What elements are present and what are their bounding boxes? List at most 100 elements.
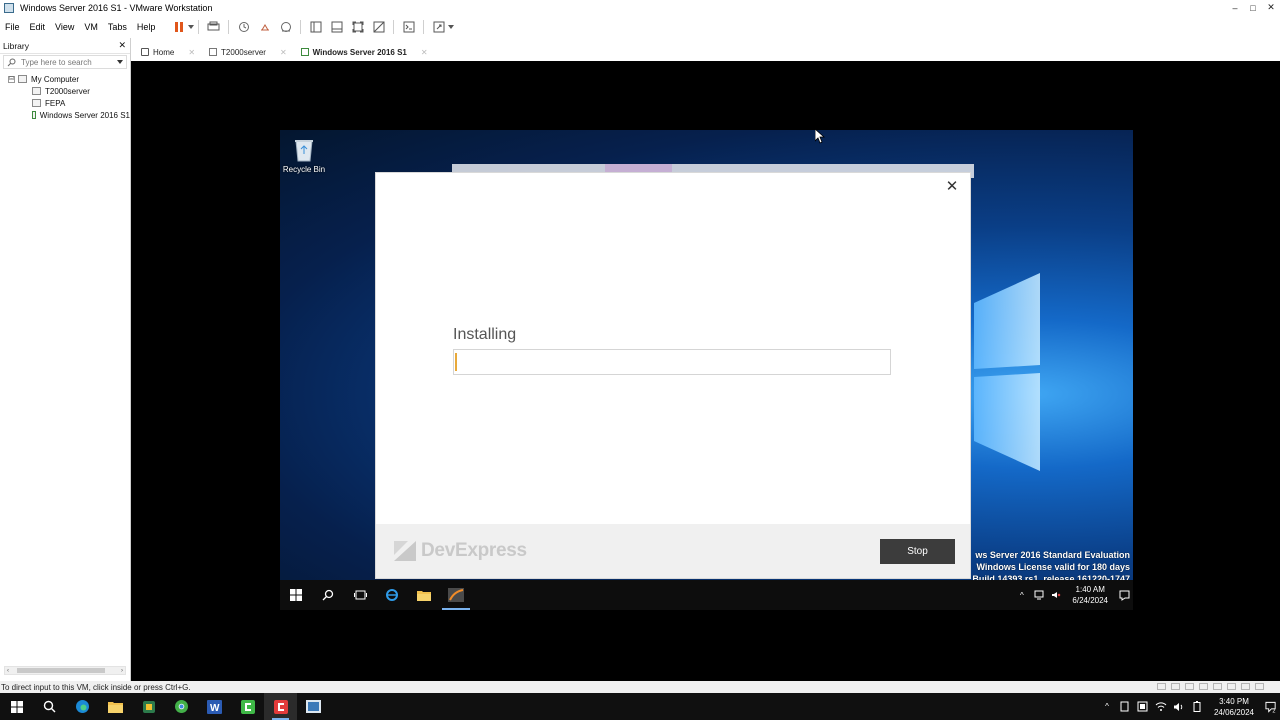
- tab-windows-server-2016-s1[interactable]: Windows Server 2016 S1 ✕: [295, 43, 434, 61]
- vm-console[interactable]: Recycle Bin ws Server 2016 Standard Eval…: [131, 61, 1280, 681]
- message-log-icon[interactable]: [1255, 683, 1264, 690]
- library-close-icon[interactable]: ✕: [118, 40, 126, 51]
- tree-item-my-computer[interactable]: ⊟ My Computer: [0, 73, 130, 85]
- library-header: Library ✕: [0, 38, 130, 54]
- tree-item-label: Windows Server 2016 S1: [39, 110, 130, 120]
- scroll-right-icon[interactable]: ›: [121, 668, 123, 674]
- menu-view[interactable]: View: [50, 22, 79, 32]
- installer-progress-fill: [455, 353, 458, 371]
- menu-file[interactable]: File: [0, 22, 25, 32]
- vmware-icon[interactable]: [297, 693, 330, 720]
- unity-icon[interactable]: [371, 19, 387, 35]
- search-icon[interactable]: [33, 693, 66, 720]
- word-icon[interactable]: W: [198, 693, 231, 720]
- start-icon[interactable]: [0, 693, 33, 720]
- tab-close-icon[interactable]: ✕: [421, 48, 428, 57]
- start-icon[interactable]: [280, 580, 312, 610]
- display-icon[interactable]: [1241, 683, 1250, 690]
- volume-muted-icon[interactable]: [1050, 590, 1061, 601]
- minimize-button[interactable]: –: [1226, 0, 1244, 15]
- stretch-icon[interactable]: [431, 19, 447, 35]
- printer-icon[interactable]: [1227, 683, 1236, 690]
- camtasia-recorder-icon[interactable]: [264, 693, 297, 720]
- vm-icon: [209, 48, 218, 56]
- show-hidden-icons-chevron[interactable]: ^: [1101, 701, 1113, 713]
- file-explorer-icon[interactable]: [408, 580, 440, 610]
- menu-help[interactable]: Help: [132, 22, 161, 32]
- hard-disk-icon[interactable]: [1157, 683, 1166, 690]
- vm-icon: [32, 99, 41, 107]
- pause-icon[interactable]: [171, 19, 187, 35]
- installer-close-button[interactable]: ✕: [944, 179, 960, 195]
- window-title-bar: Windows Server 2016 S1 - VMware Workstat…: [0, 0, 1280, 15]
- show-library-icon[interactable]: [308, 19, 324, 35]
- wifi-icon[interactable]: [1155, 701, 1167, 713]
- collapse-icon[interactable]: ⊟: [8, 75, 15, 83]
- library-search-box[interactable]: [3, 55, 127, 69]
- maximize-button[interactable]: □: [1244, 0, 1262, 15]
- stop-button[interactable]: Stop: [880, 539, 955, 564]
- file-explorer-icon[interactable]: [99, 693, 132, 720]
- host-clock[interactable]: 3:40 PM 24/06/2024: [1214, 696, 1254, 718]
- revert-snapshot-icon[interactable]: [257, 19, 273, 35]
- cd-dvd-icon[interactable]: [1171, 683, 1180, 690]
- device-icon[interactable]: [1119, 701, 1131, 713]
- sound-card-icon[interactable]: [1213, 683, 1222, 690]
- ie-icon[interactable]: [376, 580, 408, 610]
- desktop-icon-recycle-bin[interactable]: Recycle Bin: [283, 137, 325, 174]
- devexpress-logo: DevExpress: [394, 540, 527, 562]
- usb-controller-icon[interactable]: [1199, 683, 1208, 690]
- search-icon: [7, 58, 16, 66]
- full-screen-icon[interactable]: [350, 19, 366, 35]
- snapshot-icon[interactable]: [236, 19, 252, 35]
- thumbnail-bar-icon[interactable]: [329, 19, 345, 35]
- menu-edit[interactable]: Edit: [25, 22, 51, 32]
- tree-item-label: T2000server: [45, 86, 90, 96]
- tree-item-windows-server-2016-s1[interactable]: Windows Server 2016 S1: [0, 109, 130, 121]
- guest-date: 6/24/2024: [1072, 596, 1108, 605]
- console-view-icon[interactable]: [401, 19, 417, 35]
- vm-running-icon: [300, 48, 309, 56]
- edge-icon[interactable]: [66, 693, 99, 720]
- notification-center-icon[interactable]: 2: [1265, 701, 1277, 713]
- volume-icon[interactable]: [1173, 701, 1185, 713]
- send-ctrl-alt-del-icon[interactable]: [206, 19, 222, 35]
- tab-label: T2000server: [221, 47, 266, 57]
- show-hidden-icons-chevron[interactable]: ^: [1016, 590, 1027, 601]
- stretch-menu-caret-icon[interactable]: [448, 24, 455, 29]
- installer-app-icon[interactable]: [440, 580, 472, 610]
- close-button[interactable]: ✕: [1262, 0, 1280, 15]
- tab-close-icon[interactable]: ✕: [188, 48, 195, 57]
- window-title: Windows Server 2016 S1 - VMware Workstat…: [20, 2, 213, 13]
- guest-clock[interactable]: 1:40 AM 6/24/2024: [1072, 584, 1108, 606]
- network-adapter-icon[interactable]: [1185, 683, 1194, 690]
- pause-menu-caret-icon[interactable]: [188, 24, 195, 29]
- app-tray-icon[interactable]: [1137, 701, 1149, 713]
- search-dropdown-icon[interactable]: [117, 60, 123, 64]
- tab-close-icon[interactable]: ✕: [280, 48, 287, 57]
- tree-item-fepa[interactable]: FEPA: [0, 97, 130, 109]
- action-center-icon[interactable]: [1119, 590, 1130, 601]
- tab-t2000server[interactable]: T2000server ✕: [203, 43, 293, 61]
- scrollbar-thumb[interactable]: [17, 668, 105, 673]
- tab-home[interactable]: Home ✕: [135, 43, 201, 61]
- recycle-bin-icon: [295, 140, 313, 162]
- menu-tabs[interactable]: Tabs: [103, 22, 132, 32]
- scroll-left-icon[interactable]: ‹: [7, 668, 9, 674]
- tab-bar: Home ✕ T2000server ✕ Windows Server 2016…: [131, 38, 1280, 61]
- task-view-icon[interactable]: [344, 580, 376, 610]
- camtasia-icon[interactable]: [231, 693, 264, 720]
- devexpress-logo-icon: [394, 541, 416, 561]
- network-icon[interactable]: [1033, 590, 1044, 601]
- chrome-icon[interactable]: [165, 693, 198, 720]
- menu-vm[interactable]: VM: [79, 22, 103, 32]
- library-horizontal-scrollbar[interactable]: ‹ ›: [4, 666, 126, 675]
- toolbar-divider: [228, 19, 230, 34]
- library-search-input[interactable]: [21, 57, 111, 67]
- snapshot-manager-icon[interactable]: [278, 19, 294, 35]
- search-icon[interactable]: [312, 580, 344, 610]
- battery-icon[interactable]: [1191, 701, 1203, 713]
- tree-item-label: FEPA: [45, 98, 66, 108]
- tree-item-t2000server[interactable]: T2000server: [0, 85, 130, 97]
- app-icon[interactable]: [132, 693, 165, 720]
